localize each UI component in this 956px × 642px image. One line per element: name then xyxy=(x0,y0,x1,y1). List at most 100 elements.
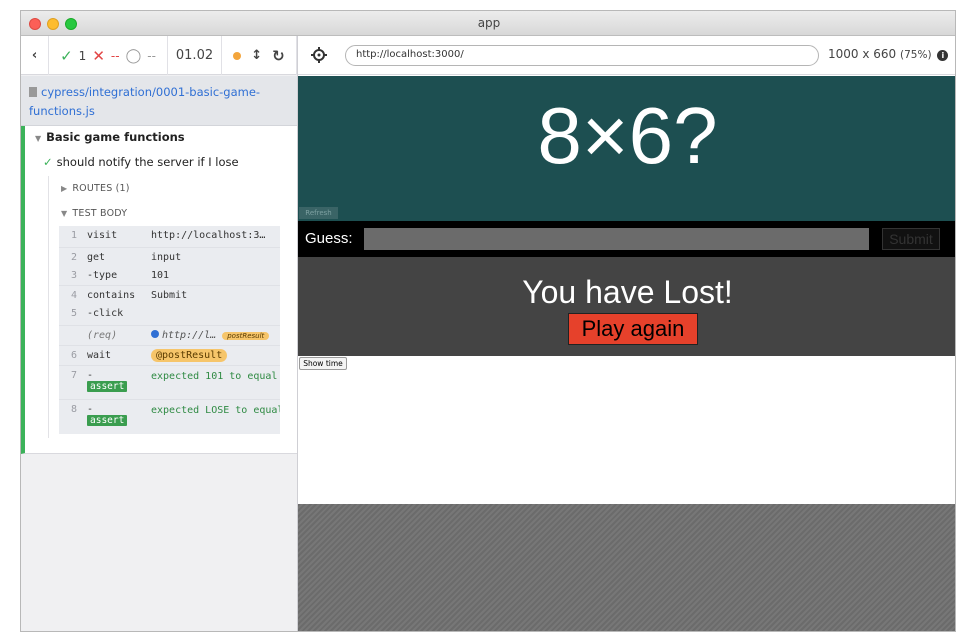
alias-badge: @postResult xyxy=(151,349,228,362)
check-icon: ✓ xyxy=(43,155,53,169)
pending-count: -- xyxy=(147,48,156,63)
spec-path-text: cypress/integration/0001-basic-game-func… xyxy=(29,85,261,118)
failed-count: -- xyxy=(110,48,120,63)
command-name: - assert xyxy=(77,400,135,434)
command-message: http://localhost:3… xyxy=(151,230,266,241)
guess-input[interactable] xyxy=(364,228,869,250)
command-name: contains xyxy=(87,290,136,301)
command-name: - assert xyxy=(77,366,135,399)
command-number: 8 xyxy=(70,404,77,415)
assert-tag: assert xyxy=(87,415,128,426)
command-name: visit xyxy=(87,230,118,241)
command-row[interactable]: 8 - assert expected LOSE to equal LOSE xyxy=(59,400,280,434)
command-name: -type xyxy=(87,270,118,281)
guess-row: Guess: Submit xyxy=(298,221,955,257)
test-title[interactable]: ✓ should notify the server if I lose xyxy=(43,155,239,169)
viewport-scale: (75%) xyxy=(900,49,932,61)
command-row[interactable]: 7 - assert expected 101 to equal 101 xyxy=(59,366,280,400)
test-body-header[interactable]: ▼ TEST BODY xyxy=(61,208,127,219)
request-row[interactable]: (req) http://l… postResult xyxy=(59,326,280,346)
duration: 01.02 xyxy=(168,36,222,75)
command-name: (req) xyxy=(87,330,118,341)
result-area: You have Lost! Play again xyxy=(298,257,955,356)
command-message: input xyxy=(151,252,182,263)
caret-right-icon: ▶ xyxy=(61,184,68,193)
pending-circle-icon: ◯ xyxy=(125,47,142,64)
x-icon: ✕ xyxy=(92,46,105,65)
routes-section[interactable]: ▶ ROUTES (1) xyxy=(48,176,280,202)
viewport-outside-area xyxy=(298,504,955,631)
title-bar: app xyxy=(21,11,955,36)
info-icon: i xyxy=(937,50,949,61)
browser-window: app ‹ ✓ 1 ✕ -- ◯ -- 01.02 ↕ ↻ cypress/in… xyxy=(20,10,956,632)
reporter-controls: ↕ ↻ xyxy=(222,36,297,75)
command-number: 1 xyxy=(70,230,77,241)
question-area: 8×6? Refresh xyxy=(298,76,955,221)
url-bar[interactable]: http://localhost:3000/ xyxy=(345,45,819,66)
routes-label: ROUTES (1) xyxy=(72,183,130,194)
command-row[interactable]: 2 get input xyxy=(59,248,280,266)
request-url: http://l… xyxy=(162,330,217,341)
command-row[interactable]: 3 -type 101 xyxy=(59,266,280,286)
command-row[interactable]: 6 wait @postResult xyxy=(59,346,280,366)
caret-down-icon: ▼ xyxy=(61,209,68,218)
command-name: wait xyxy=(87,350,112,361)
command-row[interactable]: 1 visit http://localhost:3… xyxy=(59,226,280,248)
suite-title[interactable]: ▼ Basic game functions xyxy=(35,130,185,144)
command-dash: - xyxy=(87,404,94,415)
auto-scroll-indicator-icon xyxy=(233,51,242,60)
command-number: 6 xyxy=(70,350,77,361)
command-name: get xyxy=(87,252,106,263)
command-log: 1 visit http://localhost:3… 2 get input … xyxy=(59,226,280,434)
submit-button[interactable]: Submit xyxy=(882,228,940,250)
command-message xyxy=(135,304,280,325)
check-icon: ✓ xyxy=(60,46,73,65)
command-dash: - xyxy=(87,370,94,381)
selector-playground-icon[interactable] xyxy=(310,46,328,64)
question-text: 8×6? xyxy=(537,91,718,180)
alias-badge: postResult xyxy=(222,332,270,340)
command-message: http://l… postResult xyxy=(135,326,280,345)
test-body-label: TEST BODY xyxy=(72,208,128,219)
command-number: 2 xyxy=(70,252,77,263)
command-message: Submit xyxy=(151,290,188,301)
command-message: expected 101 to equal 101 xyxy=(151,371,280,382)
viewport-size: 1000 x 660 xyxy=(828,47,897,61)
auto-scroll-toggle-icon[interactable]: ↕ xyxy=(251,48,262,63)
assert-tag: assert xyxy=(87,381,128,392)
command-number: 4 xyxy=(70,290,77,301)
play-again-button[interactable]: Play again xyxy=(568,313,698,345)
passed-count: 1 xyxy=(78,48,87,63)
command-row[interactable]: 4 contains Submit xyxy=(59,286,280,304)
runnable-suite: ▼ Basic game functions ✓ should notify the… xyxy=(21,126,297,454)
reporter-panel: ‹ ✓ 1 ✕ -- ◯ -- 01.02 ↕ ↻ cypress/integr… xyxy=(21,36,298,631)
command-number: 7 xyxy=(70,370,77,381)
back-button[interactable]: ‹ xyxy=(21,36,49,75)
request-status-icon xyxy=(151,330,159,338)
result-text: You have Lost! xyxy=(522,274,733,310)
command-number: 3 xyxy=(70,270,77,281)
guess-label: Guess: xyxy=(305,230,353,247)
chevron-left-icon: ‹ xyxy=(31,48,38,63)
test-title-text: should notify the server if I lose xyxy=(56,155,239,169)
test-body-section: ▼ TEST BODY 1 visit http://localhost:3… 2… xyxy=(48,202,280,438)
window-title: app xyxy=(477,16,501,30)
file-icon xyxy=(29,87,37,97)
command-message: 101 xyxy=(151,270,170,281)
rerun-icon[interactable]: ↻ xyxy=(272,47,285,65)
aut-header: http://localhost:3000/ 1000 x 660 (75%) … xyxy=(298,36,955,75)
caret-down-icon: ▼ xyxy=(35,134,42,143)
reporter-toolbar: ‹ ✓ 1 ✕ -- ◯ -- 01.02 ↕ ↻ xyxy=(21,36,297,75)
command-number xyxy=(59,326,77,345)
viewport-info[interactable]: 1000 x 660 (75%) i xyxy=(828,47,949,61)
show-time-button[interactable]: Show time xyxy=(299,357,347,370)
command-number: 5 xyxy=(70,308,77,319)
spec-path[interactable]: cypress/integration/0001-basic-game-func… xyxy=(21,76,297,126)
command-message: @postResult xyxy=(135,346,280,365)
command-row[interactable]: 5 -click xyxy=(59,304,280,326)
command-message: expected LOSE to equal LOSE xyxy=(151,405,280,416)
refresh-button[interactable]: Refresh xyxy=(299,207,338,219)
command-name: -click xyxy=(87,308,124,319)
suite-title-text: Basic game functions xyxy=(46,130,185,144)
test-stats: ✓ 1 ✕ -- ◯ -- xyxy=(49,36,168,75)
